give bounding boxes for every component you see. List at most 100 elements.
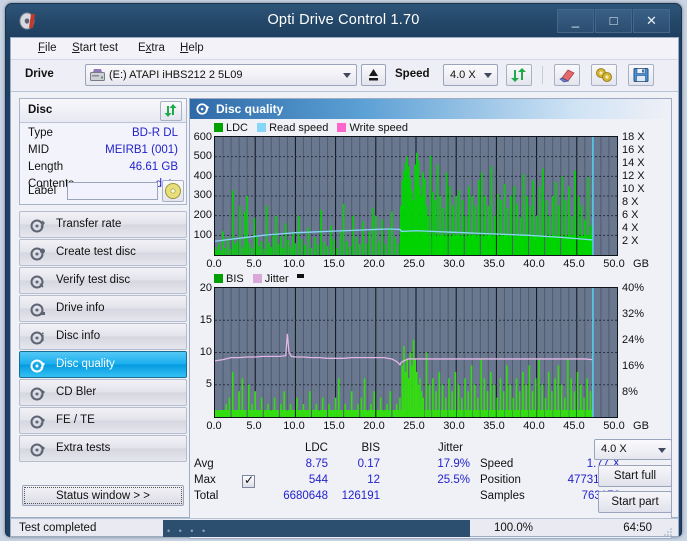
xtick-50: 50.0 [600, 420, 628, 432]
sidebar-item-extra-tests[interactable]: Extra tests [19, 435, 187, 462]
ytick-300: 300 [190, 189, 212, 201]
disc-panel-title: Disc [28, 104, 52, 116]
samples-stat-label: Samples [480, 490, 525, 502]
maximize-button[interactable]: □ [595, 9, 632, 33]
xtick-25: 25.0 [400, 258, 428, 270]
refresh-icon-button[interactable] [506, 64, 532, 86]
xaxis-unit-bottom: GB [630, 420, 652, 432]
disc-info-icon [30, 330, 46, 346]
menu-help[interactable]: Help [175, 41, 209, 55]
sidebar-item-label: Disc info [56, 330, 100, 342]
result-speed-select[interactable]: 4.0 X [594, 439, 672, 460]
position-stat-label: Position [480, 474, 521, 486]
xtick-40: 40.0 [520, 420, 548, 432]
drive-icon [90, 68, 105, 82]
start-full-button[interactable]: Start full [598, 465, 672, 487]
sidebar-item-transfer-rate[interactable]: Transfer rate [19, 211, 187, 238]
eraser-icon-button[interactable] [554, 64, 580, 86]
xtick-10: 10.0 [280, 258, 308, 270]
ytick-24pct: 24% [622, 334, 644, 346]
toolbar: Drive (E:) ATAPI iHBS212 2 5L09 [11, 60, 678, 92]
progress-bar: • • • • [163, 520, 470, 537]
title-bar: Opti Drive Control 1.70 _ □ ✕ [6, 4, 681, 39]
tools-icon-button[interactable] [591, 64, 617, 86]
disc-label-input[interactable] [67, 182, 158, 200]
speed-select[interactable]: 4.0 X [443, 64, 498, 86]
start-part-button[interactable]: Start part [598, 491, 672, 513]
xtick-0: 0.0 [200, 258, 228, 270]
sidebar-item-label: Disc quality [56, 358, 115, 370]
disc-extra-icon [30, 442, 46, 458]
stats-row-total: Total [194, 490, 218, 502]
stats-header-ldc: LDC [278, 442, 328, 454]
menu-extra[interactable]: Extra [133, 41, 170, 55]
chevron-down-icon [658, 448, 666, 453]
chevron-down-icon [343, 73, 351, 78]
status-window-button-label: Status window > > [56, 490, 150, 502]
disc-info-panel: Disc Type BD-R DL MID MEIRB1 (001) Lengt… [19, 98, 187, 205]
progress-dots: • • • • [167, 526, 208, 536]
status-message: Test completed [19, 522, 96, 534]
legend-swatch-read-speed [257, 123, 266, 132]
status-window-button[interactable]: Status window > > [22, 485, 184, 506]
sidebar-item-label: FE / TE [56, 414, 95, 426]
sidebar-item-disc-quality[interactable]: Disc quality [19, 351, 187, 378]
bis-plot-area[interactable] [214, 287, 618, 418]
disc-fete-icon [30, 414, 46, 430]
disc-type-value: BD-R DL [132, 127, 178, 139]
sidebar-item-label: Drive info [56, 302, 105, 314]
stats-header-bis: BIS [330, 442, 380, 454]
xtick-30: 30.0 [440, 258, 468, 270]
legend-swatch-bis [214, 274, 223, 283]
sidebar-item-drive-info[interactable]: Drive info [19, 295, 187, 322]
sidebar-item-label: Extra tests [56, 442, 110, 454]
disc-quality-icon [196, 102, 210, 116]
sidebar-item-verify-test-disc[interactable]: Verify test disc [19, 267, 187, 294]
save-icon-button[interactable] [628, 64, 654, 86]
legend-swatch-jitter [253, 274, 262, 283]
close-button[interactable]: ✕ [633, 9, 670, 33]
minimize-button[interactable]: _ [557, 9, 594, 33]
disc-quality-panel: Disc quality LDC Read speed Write speed … [189, 98, 672, 539]
disc-test-icon [30, 218, 46, 234]
ldc-chart-legend: LDC Read speed Write speed [214, 122, 408, 134]
ytick-14x: 14 X [622, 157, 645, 169]
eject-button[interactable] [361, 64, 386, 86]
ldc-plot-area[interactable] [214, 136, 618, 256]
xtick-30: 30.0 [440, 420, 468, 432]
xtick-35: 35.0 [480, 420, 508, 432]
sidebar-item-create-test-disc[interactable]: Create test disc [19, 239, 187, 266]
disc-refresh-button[interactable] [160, 101, 182, 121]
disc-label-button[interactable] [162, 180, 184, 202]
xtick-45: 45.0 [560, 420, 588, 432]
sidebar-item-cd-bler[interactable]: CD Bler [19, 379, 187, 406]
ldc-plot-svg [215, 137, 617, 255]
ytick-400: 400 [190, 170, 212, 182]
legend-label-bis: BIS [226, 273, 244, 285]
stats-bis-max: 12 [308, 474, 380, 486]
menu-file[interactable]: FFileile [33, 41, 62, 55]
resize-grip[interactable] [663, 523, 673, 533]
menu-start-test[interactable]: Start test [67, 41, 123, 55]
sidebar-item-fe-te[interactable]: FE / TE [19, 407, 187, 434]
stats-jitter-avg: 17.9% [390, 458, 470, 470]
app-window: Opti Drive Control 1.70 _ □ ✕ FFileile S… [5, 3, 682, 537]
jitter-checkbox[interactable] [242, 475, 255, 488]
xtick-0: 0.0 [200, 420, 228, 432]
ytick-500: 500 [190, 150, 212, 162]
ytick-100: 100 [190, 229, 212, 241]
disc-verify-icon [30, 274, 46, 290]
drive-select[interactable]: (E:) ATAPI iHBS212 2 5L09 [85, 64, 357, 86]
ytick-12x: 12 X [622, 170, 645, 182]
xtick-15: 15.0 [320, 258, 348, 270]
panel-header: Disc quality [190, 99, 671, 119]
sidebar-item-disc-info[interactable]: Disc info [19, 323, 187, 350]
drive-value: (E:) ATAPI iHBS212 2 5L09 [109, 69, 243, 81]
drive-info-icon [30, 302, 46, 318]
stats-bis-avg: 0.17 [308, 458, 380, 470]
speed-stat-label: Speed [480, 458, 513, 470]
xtick-5: 5.0 [240, 420, 268, 432]
sidebar-item-label: Transfer rate [56, 218, 121, 230]
ytick-40pct: 40% [622, 282, 644, 294]
legend-marker-extra [297, 274, 304, 278]
